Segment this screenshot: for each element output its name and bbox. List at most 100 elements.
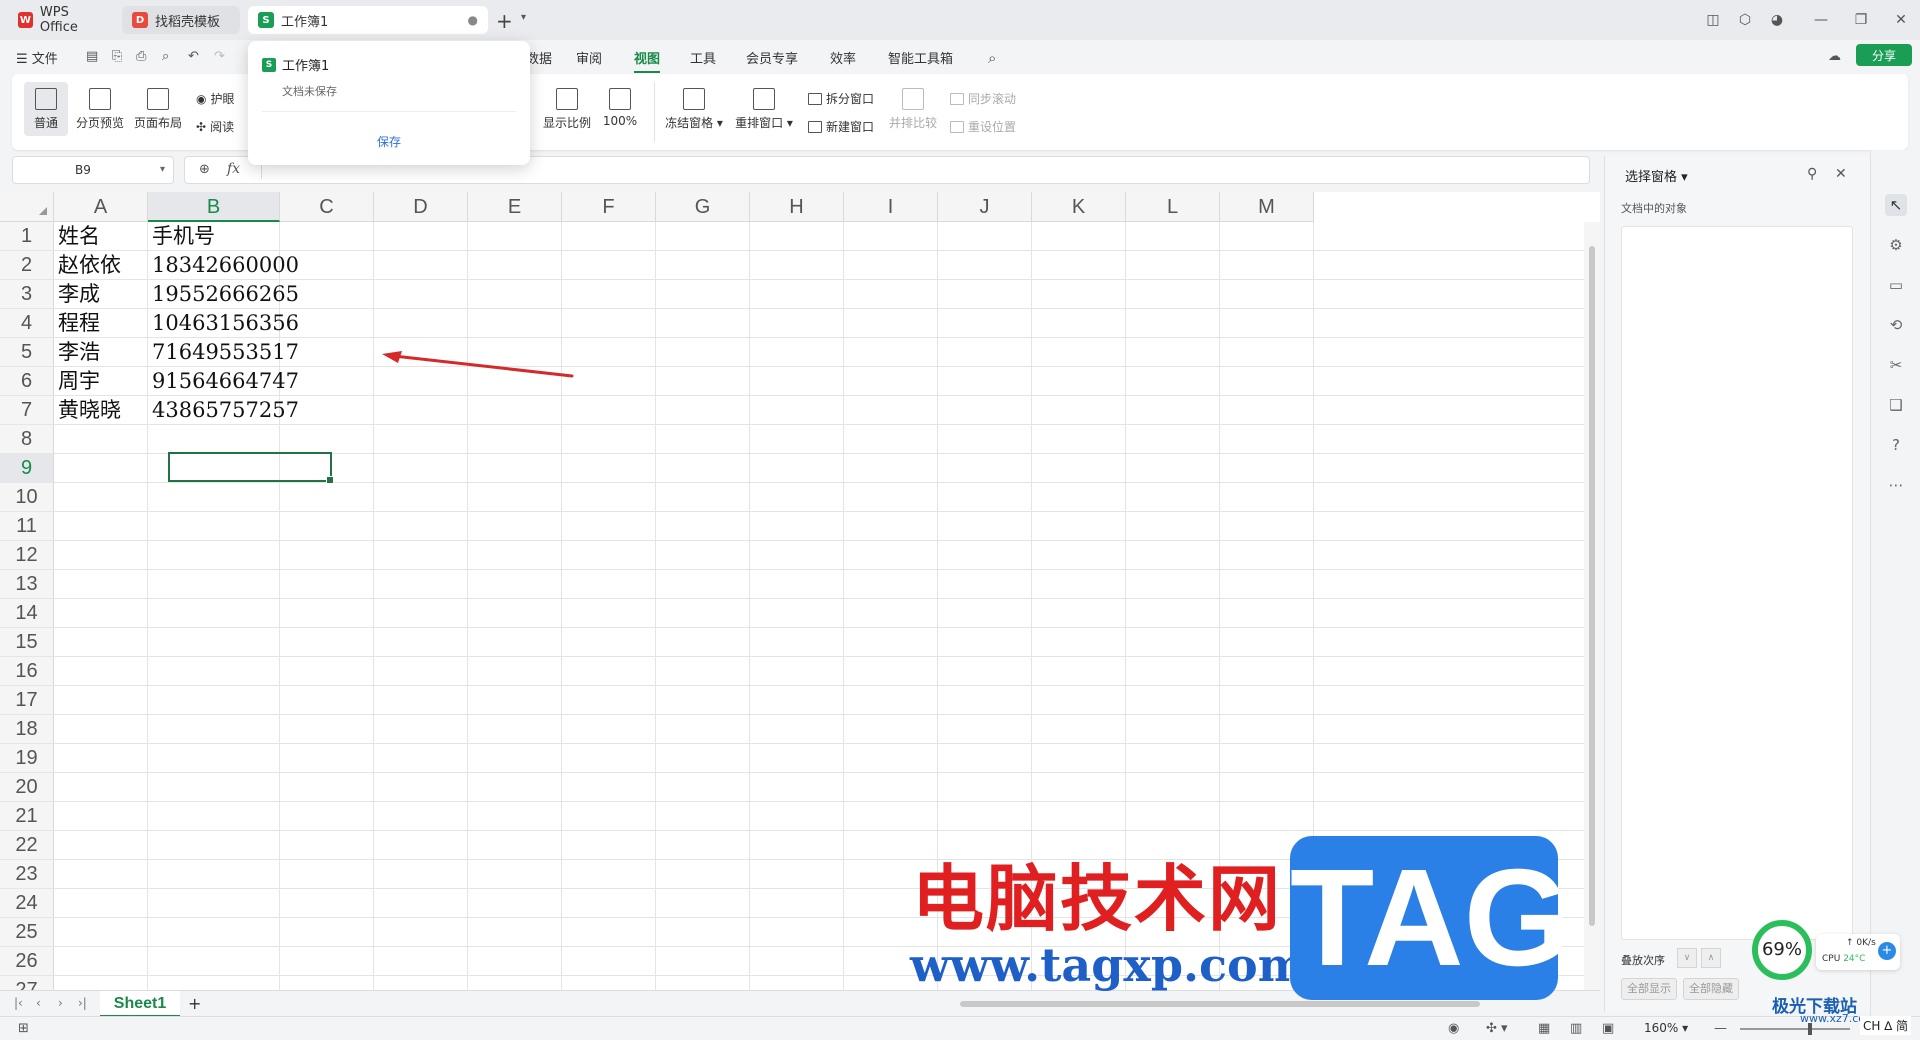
- column-header-f[interactable]: F: [562, 192, 656, 222]
- comment-icon[interactable]: ▭: [1885, 274, 1907, 296]
- row-header-7[interactable]: 7: [0, 396, 54, 425]
- cell-a5[interactable]: 李浩: [58, 338, 144, 367]
- row-header-5[interactable]: 5: [0, 338, 54, 367]
- unsaved-dot-icon[interactable]: ●: [468, 13, 478, 27]
- cell-a4[interactable]: 程程: [58, 309, 144, 338]
- cell-a3[interactable]: 李成: [58, 280, 144, 309]
- zoom-100-button[interactable]: 100%: [600, 88, 640, 128]
- zoom-out-icon[interactable]: —: [1714, 1021, 1727, 1036]
- vertical-scrollbar[interactable]: [1584, 222, 1600, 990]
- column-header-g[interactable]: G: [656, 192, 750, 222]
- cell-b6[interactable]: 91564664747: [152, 367, 299, 396]
- row-header-27[interactable]: 27: [0, 976, 54, 990]
- row-header-16[interactable]: 16: [0, 657, 54, 686]
- save-icon[interactable]: ▤: [86, 49, 98, 64]
- row-header-12[interactable]: 12: [0, 541, 54, 570]
- layout-icon[interactable]: ◫: [1704, 11, 1722, 29]
- row-header-24[interactable]: 24: [0, 889, 54, 918]
- normal-view-icon[interactable]: ▦: [1538, 1021, 1550, 1036]
- row-header-13[interactable]: 13: [0, 570, 54, 599]
- row-header-6[interactable]: 6: [0, 367, 54, 396]
- select-all-corner[interactable]: [0, 192, 54, 222]
- print-icon[interactable]: ⎙: [136, 49, 146, 64]
- move-down-button[interactable]: ∨: [1677, 948, 1697, 968]
- objects-list[interactable]: [1621, 226, 1853, 940]
- select-pointer-icon[interactable]: ↖: [1885, 194, 1907, 216]
- minimize-icon[interactable]: —: [1812, 11, 1830, 29]
- add-sheet-icon[interactable]: +: [188, 994, 201, 1013]
- save-link[interactable]: 保存: [248, 133, 530, 150]
- row-header-23[interactable]: 23: [0, 860, 54, 889]
- chevron-down-icon[interactable]: ▾: [160, 164, 165, 175]
- scroll-thumb[interactable]: [1589, 246, 1595, 926]
- cloud-icon[interactable]: ☁: [1828, 49, 1841, 64]
- column-header-c[interactable]: C: [280, 192, 374, 222]
- row-header-21[interactable]: 21: [0, 802, 54, 831]
- sync-scroll-button[interactable]: 同步滚动: [950, 90, 1016, 107]
- help-icon[interactable]: ?: [1885, 434, 1907, 456]
- reading-mode-button[interactable]: ✣ 阅读: [196, 118, 234, 135]
- column-header-l[interactable]: L: [1126, 192, 1220, 222]
- new-window-button[interactable]: 新建窗口: [808, 118, 874, 135]
- menu-efficiency[interactable]: 效率: [830, 48, 856, 67]
- column-header-e[interactable]: E: [468, 192, 562, 222]
- rearrange-window-button[interactable]: 重排窗口 ▾: [734, 88, 794, 131]
- page-layout-view-icon[interactable]: ▥: [1570, 1021, 1582, 1036]
- selection-pane-title[interactable]: 选择窗格 ▾: [1625, 166, 1688, 185]
- row-header-4[interactable]: 4: [0, 309, 54, 338]
- page-break-view-icon[interactable]: ▣: [1602, 1021, 1614, 1036]
- row-header-8[interactable]: 8: [0, 425, 54, 454]
- page-layout-button[interactable]: 页面布局: [132, 88, 184, 131]
- normal-view-button[interactable]: 普通: [24, 82, 68, 136]
- book-icon[interactable]: ❑: [1885, 394, 1907, 416]
- freeze-panes-button[interactable]: 冻结窗格 ▾: [664, 88, 724, 131]
- menu-review[interactable]: 审阅: [576, 48, 602, 67]
- row-header-9[interactable]: 9: [0, 454, 54, 483]
- row-header-15[interactable]: 15: [0, 628, 54, 657]
- backup-icon[interactable]: ⟲: [1885, 314, 1907, 336]
- ime-indicator[interactable]: CH ∆ 简: [1860, 1016, 1912, 1035]
- cell-b5[interactable]: 71649553517: [152, 338, 299, 367]
- plus-icon[interactable]: +: [1878, 942, 1896, 960]
- cell-b3[interactable]: 19552666265: [152, 280, 299, 309]
- column-header-a[interactable]: A: [54, 192, 148, 222]
- row-header-26[interactable]: 26: [0, 947, 54, 976]
- row-header-3[interactable]: 3: [0, 280, 54, 309]
- row-header-11[interactable]: 11: [0, 512, 54, 541]
- cell-a2[interactable]: 赵依依: [58, 251, 144, 280]
- menu-ai-toolbox[interactable]: 智能工具箱: [888, 48, 953, 67]
- cell-b1[interactable]: 手机号: [152, 222, 276, 251]
- last-sheet-icon[interactable]: ›|: [78, 996, 87, 1010]
- redo-icon[interactable]: ↷: [214, 49, 225, 64]
- row-header-1[interactable]: 1: [0, 222, 54, 251]
- cell-mode-icon[interactable]: ✣ ▾: [1486, 1021, 1508, 1036]
- zoom-formula-icon[interactable]: ⊕: [199, 162, 210, 177]
- search-icon[interactable]: ⌕: [988, 49, 996, 67]
- next-sheet-icon[interactable]: ›: [58, 996, 63, 1010]
- column-header-m[interactable]: M: [1220, 192, 1314, 222]
- column-header-b[interactable]: B: [148, 192, 280, 222]
- cell-b7[interactable]: 43865757257: [152, 396, 299, 425]
- row-header-20[interactable]: 20: [0, 773, 54, 802]
- avatar-icon[interactable]: ◕: [1768, 11, 1786, 29]
- prev-sheet-icon[interactable]: ‹: [36, 996, 41, 1010]
- new-tab-plus-icon[interactable]: +: [496, 9, 513, 33]
- pin-icon[interactable]: ⚲: [1807, 166, 1817, 182]
- share-button[interactable]: 分享: [1856, 44, 1912, 66]
- row-header-10[interactable]: 10: [0, 483, 54, 512]
- column-header-k[interactable]: K: [1032, 192, 1126, 222]
- column-header-j[interactable]: J: [938, 192, 1032, 222]
- fx-icon[interactable]: fx: [227, 161, 240, 177]
- cell-a6[interactable]: 周宇: [58, 367, 144, 396]
- cpu-widget[interactable]: 69% ↑ 0K/s CPU 24°C +: [1752, 920, 1900, 980]
- sheet-tab-sheet1[interactable]: Sheet1: [100, 991, 180, 1017]
- hide-all-button[interactable]: 全部隐藏: [1683, 978, 1739, 1000]
- menu-member[interactable]: 会员专享: [746, 48, 798, 67]
- name-box[interactable]: B9 ▾: [12, 156, 174, 184]
- cell-b2[interactable]: 18342660000: [152, 251, 299, 280]
- cube-icon[interactable]: ⬡: [1736, 11, 1754, 29]
- column-header-d[interactable]: D: [374, 192, 468, 222]
- close-pane-icon[interactable]: ✕: [1835, 166, 1847, 182]
- menu-tools[interactable]: 工具: [690, 48, 716, 67]
- undo-icon[interactable]: ↶: [188, 49, 199, 64]
